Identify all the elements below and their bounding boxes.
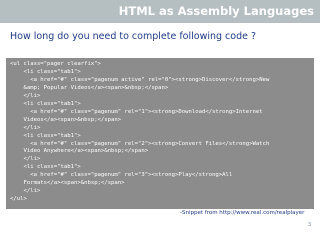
code-line: </li>	[10, 156, 41, 163]
title-bar: HTML as Assembly Languages	[0, 0, 320, 23]
code-line: &amp; Popular Videos</a><span>&nbsp;</sp…	[10, 84, 169, 91]
code-line: <a href="#" class="pagenum" rel="1"><str…	[10, 108, 263, 115]
code-line: </ul>	[10, 196, 27, 203]
code-line: <li class="tab1">	[10, 132, 81, 139]
code-line: <a href="#" class="pagenum" rel="2"><str…	[10, 140, 270, 147]
code-line: <li class="tab1">	[10, 100, 81, 107]
code-line: Video Anywhere</a><span>&nbsp;</span>	[10, 148, 149, 155]
code-line: Formats</a><span>&nbsp;</span>	[10, 180, 125, 187]
code-snippet: <ul class="pager clearfix"> <li class="t…	[6, 58, 314, 209]
question-text: How long do you need to complete followi…	[10, 31, 257, 42]
code-line: <a href="#" class="pagenum" rel="3"><str…	[10, 172, 233, 179]
code-line: </li>	[10, 188, 41, 195]
code-line: <ul class="pager clearfix">	[10, 61, 101, 67]
slide-title: HTML as Assembly Languages	[118, 4, 314, 18]
code-line: </li>	[10, 92, 41, 99]
code-line: <li class="tab1">	[10, 164, 81, 171]
code-line: Videos</a><span>&nbsp;</span>	[10, 116, 122, 123]
source-caption: -Snippet from http://www.real.com/realpl…	[180, 210, 305, 216]
page-number: 3	[307, 222, 311, 228]
code-line: <a href="#" class="pagenum active" rel="…	[10, 76, 270, 83]
code-line: </li>	[10, 124, 41, 131]
code-line: <li class="tab1">	[10, 68, 81, 75]
